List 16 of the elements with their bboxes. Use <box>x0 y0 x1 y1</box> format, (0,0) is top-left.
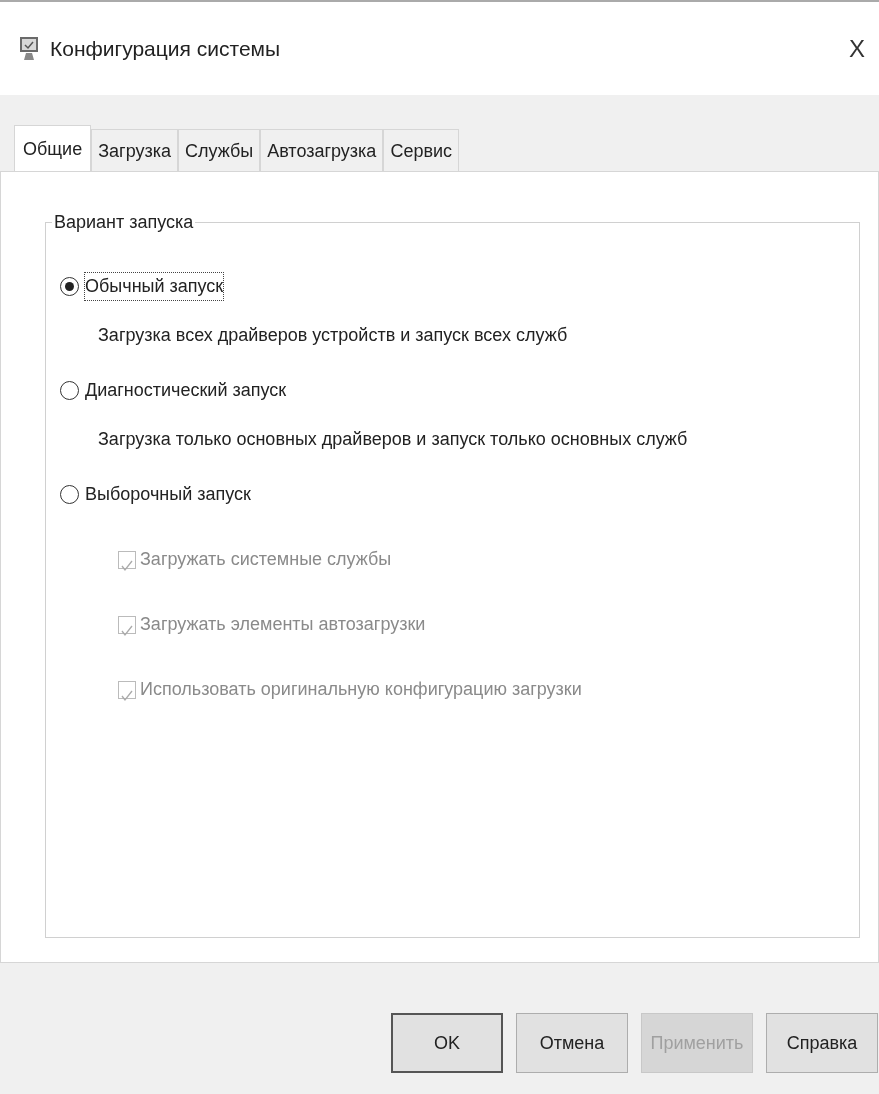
tab[interactable]: Службы <box>178 129 261 171</box>
tab[interactable]: Автозагрузка <box>260 129 384 171</box>
radio-label[interactable]: Выборочный запуск <box>85 481 251 508</box>
dialog-button[interactable]: OK <box>391 1013 503 1073</box>
radio-label[interactable]: Диагностический запуск <box>85 377 287 404</box>
tab[interactable]: Общие <box>14 125 92 171</box>
tab[interactable]: Сервис <box>383 129 460 171</box>
window-title: Конфигурация системы <box>50 35 281 62</box>
radio-label[interactable]: Обычный запуск <box>85 273 224 300</box>
dialog-button[interactable]: Справка <box>766 1013 878 1073</box>
option-description: Загрузка только основных драйверов и запуск только основных служб <box>98 428 689 451</box>
option-description: Загрузка всех драйверов устройств и запуск всех служб <box>98 324 569 347</box>
close-button[interactable]: X <box>845 30 869 67</box>
tab[interactable]: Загрузка <box>91 129 178 171</box>
window-icon <box>18 35 40 62</box>
dialog-button[interactable]: Отмена <box>516 1013 628 1073</box>
